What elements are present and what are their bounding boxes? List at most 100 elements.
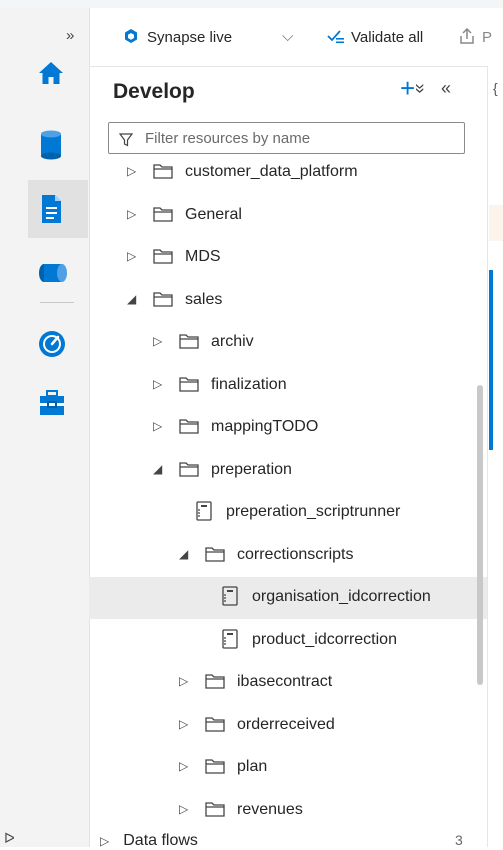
expand-arrow-icon[interactable]: ▷ [153,334,162,348]
toolbox-icon [40,390,64,415]
expand-arrow-icon[interactable]: ▷ [179,717,188,731]
tree-script-row[interactable]: organisation_idcorrection [89,577,487,619]
tree-folder-row[interactable]: ◢ sales [89,280,487,322]
collapse-arrow-icon[interactable]: ◢ [153,462,162,476]
tree-scrollbar[interactable] [477,385,483,685]
folder-icon [179,333,199,354]
tree-item-label: preperation_scriptrunner [226,503,401,520]
folder-icon [153,248,173,269]
pipeline-icon [39,264,67,282]
document-icon [42,195,61,223]
mode-dropdown-chevron-icon[interactable]: ⌵ [282,28,293,45]
folder-icon [179,461,199,482]
tree-item-label: customer_data_platform [185,163,358,180]
tree-item-label: sales [185,290,223,308]
expand-arrow-icon[interactable]: ▷ [179,759,188,773]
publish-button[interactable]: P [460,27,493,46]
folder-icon [205,716,225,737]
sql-script-icon [221,628,239,654]
mode-label: Synapse live [147,29,233,46]
tree-item-label: organisation_idcorrection [252,588,431,605]
folder-icon [205,758,225,779]
sql-script-icon [195,501,213,526]
folder-icon [153,206,173,227]
dataflows-count: 3 [455,832,463,848]
tree-item-label: mappingTODO [211,418,319,435]
tree-folder-row[interactable]: ◢ correctionscripts [89,535,487,577]
expand-rail-button[interactable]: » [66,27,74,44]
tree-item-label: archiv [211,333,254,350]
expand-arrow-icon[interactable]: ▷ [127,207,136,221]
tree-folder-row[interactable]: ▷ General [89,195,487,237]
expand-arrow-icon[interactable]: ▷ [179,802,188,816]
filter-input[interactable]: Filter resources by name [108,122,465,154]
validate-all-button[interactable]: Validate all [327,28,423,46]
develop-nav-button[interactable] [28,180,88,238]
validate-icon [327,30,344,44]
editor-edge [487,66,503,847]
monitor-nav-button[interactable] [28,316,88,374]
folder-icon [179,376,199,397]
gauge-icon [39,331,65,357]
folder-icon [153,291,173,312]
collapse-arrow-icon[interactable]: ◢ [179,547,188,561]
nav-rail: » [0,8,90,847]
tree-folder-row[interactable]: ▷ MDS [89,237,487,279]
tree-item-label: product_idcorrection [252,630,397,648]
left-edge-arrow-icon: ᐅ [4,830,15,846]
tree-folder-row[interactable]: ◢ preperation [89,450,487,492]
filter-placeholder: Filter resources by name [145,130,311,147]
tree-folder-row[interactable]: ▷ finalization [89,365,487,407]
panel-title: Develop [113,80,195,103]
tree-script-row[interactable]: preperation_scriptrunner [89,492,487,534]
tree-folder-row[interactable]: ▷ plan [89,747,487,789]
collapse-arrow-icon[interactable]: ◢ [127,292,136,306]
collapse-panel-button[interactable]: « [441,78,451,99]
top-toolbar: Synapse live ⌵ Validate all P [90,8,503,67]
expand-arrow-icon[interactable]: ▷ [153,419,162,433]
tree-folder-row[interactable]: ▷ archiv [89,322,487,364]
collapse-all-button[interactable]: » [410,83,431,93]
tree-item-label: ibasecontract [237,673,333,690]
editor-brace-glyph: { [493,80,498,96]
tree-folder-row[interactable]: ▷ revenues [89,790,487,832]
resource-tree: ▷ customer_data_platform ▷ General ▷ MDS ◢ sale… [89,152,487,832]
tree-item-label: General [185,205,242,223]
tree-item-label: MDS [185,248,221,265]
dataflows-label: Data flows [123,832,198,849]
tree-folder-row[interactable]: ▷ mappingTODO [89,407,487,449]
synapse-icon [125,29,137,43]
tree-item-label: correctionscripts [237,545,354,563]
tree-item-label: finalization [211,375,287,393]
validate-label: Validate all [351,29,424,46]
home-icon [39,62,63,84]
tree-item-label: plan [237,758,268,775]
publish-icon [460,27,474,44]
editor-accent-bar [489,270,493,450]
expand-arrow-icon[interactable]: ▷ [153,377,162,391]
home-nav-button[interactable] [28,46,88,104]
expand-arrow-icon[interactable]: ▷ [127,249,136,263]
folder-icon [179,418,199,439]
top-strip [0,0,503,8]
editor-highlight-band [489,205,503,241]
tree-item-label: revenues [237,800,303,818]
folder-icon [205,801,225,822]
filter-icon [119,133,133,147]
mode-switch[interactable]: Synapse live [123,28,232,46]
rail-separator [40,302,74,303]
tree-folder-row[interactable]: ▷ customer_data_platform [89,152,487,194]
expand-arrow-icon[interactable]: ▷ [179,674,188,688]
expand-arrow-icon[interactable]: ▷ [127,164,136,178]
data-nav-button[interactable] [28,116,88,174]
dataflows-row[interactable]: ▷ Data flows [100,832,198,850]
manage-nav-button[interactable] [28,376,88,434]
publish-label: P [482,29,493,46]
integrate-nav-button[interactable] [28,246,88,304]
tree-item-label: preperation [211,460,292,478]
folder-icon [205,673,225,694]
tree-folder-row[interactable]: ▷ orderreceived [89,705,487,747]
tree-folder-row[interactable]: ▷ ibasecontract [89,662,487,704]
sql-script-icon [221,586,239,611]
tree-script-row[interactable]: product_idcorrection [89,620,487,662]
